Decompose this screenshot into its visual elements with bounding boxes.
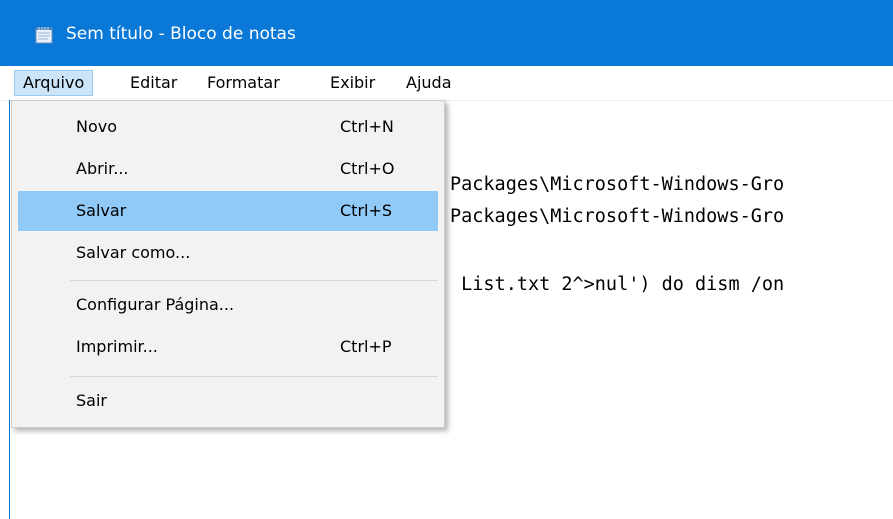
menu-item-label: Sair <box>76 391 107 410</box>
file-menu-dropdown: Novo Ctrl+N Abrir... Ctrl+O Salvar Ctrl+… <box>11 100 445 428</box>
menu-separator <box>70 280 438 281</box>
notepad-window: Sem título - Bloco de notas Arquivo Edit… <box>0 0 893 519</box>
menu-item-imprimir[interactable]: Imprimir... Ctrl+P <box>18 327 438 367</box>
menu-editar[interactable]: Editar <box>122 70 185 96</box>
window-title: Sem título - Bloco de notas <box>66 24 296 44</box>
menu-item-abrir[interactable]: Abrir... Ctrl+O <box>18 149 438 189</box>
menu-arquivo[interactable]: Arquivo <box>14 70 94 96</box>
menu-item-label: Abrir... <box>76 159 129 178</box>
menu-item-label: Imprimir... <box>76 337 158 356</box>
editor-line: Packages\Microsoft-Windows-Gro <box>450 206 785 227</box>
menu-item-shortcut: Ctrl+P <box>340 337 392 356</box>
menu-item-label: Novo <box>76 117 118 136</box>
menu-item-sair[interactable]: Sair <box>18 381 438 421</box>
editor-line: Packages\Microsoft-Windows-Gro <box>450 174 785 195</box>
title-bar[interactable]: Sem título - Bloco de notas <box>0 0 893 66</box>
menu-item-salvar-como[interactable]: Salvar como... <box>18 233 438 273</box>
notepad-icon[interactable] <box>34 26 54 44</box>
menu-item-label: Salvar <box>76 201 127 220</box>
menu-item-novo[interactable]: Novo Ctrl+N <box>18 107 438 147</box>
menu-bar: Arquivo Editar Formatar Exibir Ajuda <box>0 66 893 101</box>
menu-ajuda[interactable]: Ajuda <box>398 70 460 96</box>
menu-exibir[interactable]: Exibir <box>322 70 383 96</box>
menu-formatar[interactable]: Formatar <box>199 70 288 96</box>
editor-line: List.txt 2^>nul') do dism /on <box>450 274 785 295</box>
menu-item-shortcut: Ctrl+N <box>340 117 394 136</box>
menu-item-shortcut: Ctrl+O <box>340 159 395 178</box>
menu-item-configurar-pagina[interactable]: Configurar Página... <box>18 285 438 325</box>
menu-separator <box>70 376 438 377</box>
menu-item-label: Configurar Página... <box>76 295 235 314</box>
menu-item-shortcut: Ctrl+S <box>340 201 393 220</box>
menu-item-label: Salvar como... <box>76 243 191 262</box>
menu-item-salvar[interactable]: Salvar Ctrl+S <box>18 191 438 231</box>
